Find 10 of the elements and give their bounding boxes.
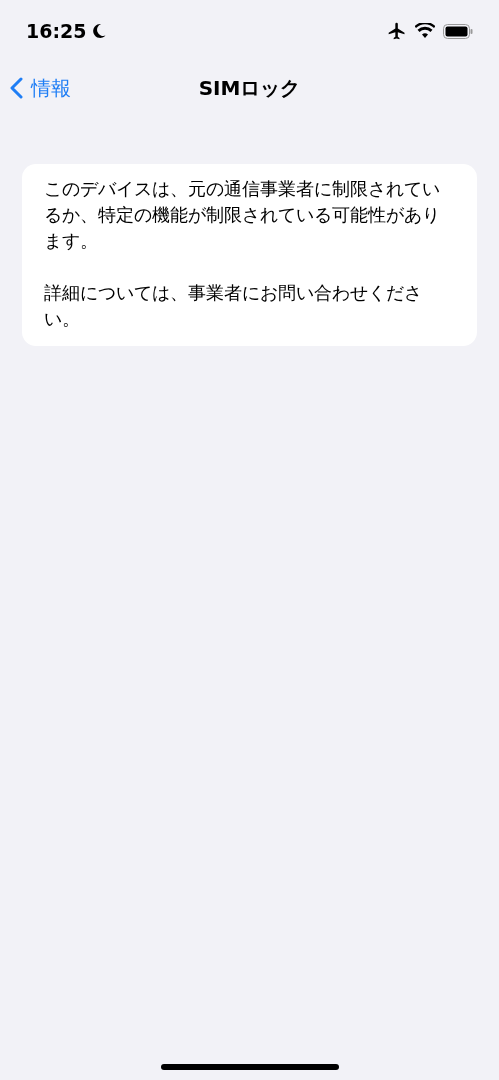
page-title: SIMロック	[198, 74, 301, 102]
status-time: 16:25	[26, 20, 87, 42]
moon-icon	[92, 23, 107, 39]
chevron-left-icon	[10, 77, 23, 99]
info-text: このデバイスは、元の通信事業者に制限されているか、特定の機能が制限されている可能性があります。	[44, 178, 441, 253]
battery-icon	[443, 23, 473, 39]
back-link[interactable]: 情報	[10, 74, 71, 102]
wifi-icon	[415, 23, 435, 39]
info-text: 詳細については、事業者にお問い合わせください。	[44, 282, 423, 331]
airplane-icon	[387, 21, 407, 41]
